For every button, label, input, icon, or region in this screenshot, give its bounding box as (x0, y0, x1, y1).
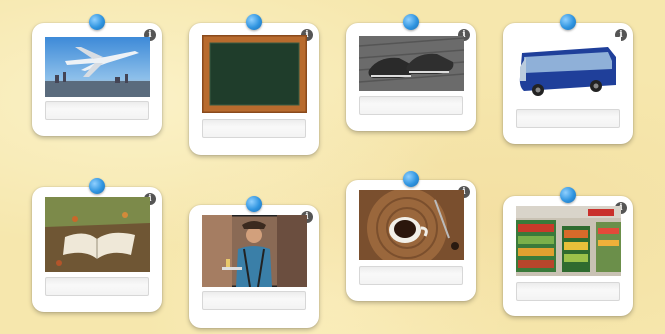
pin-icon (89, 14, 105, 30)
card-chalkboard[interactable]: i (189, 14, 319, 155)
card-book[interactable]: i (32, 178, 162, 312)
image-supermarket (516, 206, 621, 276)
answer-field[interactable] (45, 277, 149, 296)
pin-icon (560, 187, 576, 203)
pin-icon (246, 196, 262, 212)
pin-icon (246, 14, 262, 30)
answer-field[interactable] (45, 101, 149, 120)
card-airplane[interactable]: i (32, 14, 162, 136)
answer-field[interactable] (202, 291, 306, 310)
image-chalkboard (202, 35, 307, 113)
card-shoes[interactable]: i (346, 14, 476, 131)
image-airplane (45, 37, 150, 97)
pin-icon (560, 14, 576, 30)
image-coffee (359, 190, 464, 260)
card-coffee[interactable]: i (346, 171, 476, 301)
answer-field[interactable] (202, 119, 306, 138)
pin-icon (403, 14, 419, 30)
image-bus (516, 37, 621, 103)
card-waiter[interactable]: i (189, 196, 319, 328)
card-bus[interactable]: i (503, 14, 633, 144)
pin-icon (89, 178, 105, 194)
image-waiter (202, 215, 307, 287)
answer-field[interactable] (516, 282, 620, 301)
answer-field[interactable] (516, 109, 620, 128)
answer-field[interactable] (359, 266, 463, 285)
image-book (45, 197, 150, 272)
card-supermarket[interactable]: i (503, 187, 633, 316)
answer-field[interactable] (359, 96, 463, 115)
pin-icon (403, 171, 419, 187)
image-shoes (359, 36, 464, 91)
